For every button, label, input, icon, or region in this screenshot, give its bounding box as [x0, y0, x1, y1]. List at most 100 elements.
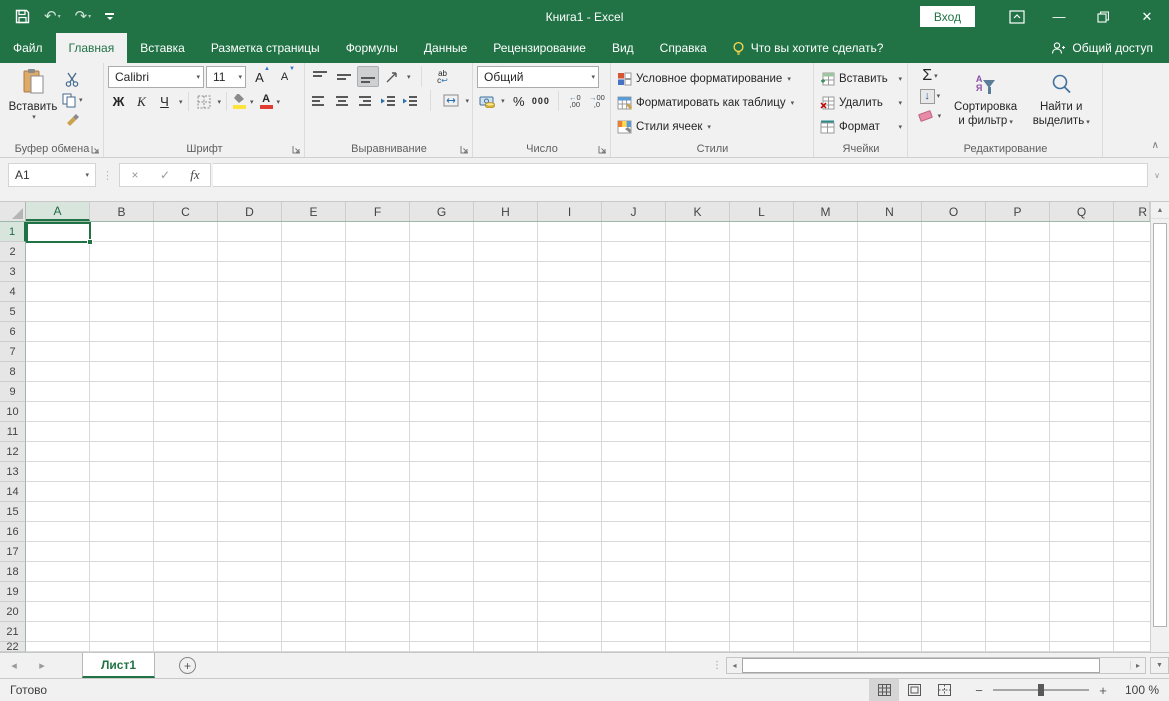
copy-button[interactable]: ▾ [62, 91, 83, 109]
confirm-entry-icon[interactable]: ✓ [150, 168, 180, 182]
row-cells-13[interactable] [26, 462, 1150, 482]
font-dialog-launcher-icon[interactable] [290, 143, 302, 155]
sheet-tab-list1[interactable]: Лист1 [82, 653, 155, 678]
row-cells-2[interactable] [26, 242, 1150, 262]
clear-dropdown-icon[interactable]: ▾ [938, 112, 942, 120]
prev-sheet-icon[interactable]: ◂ [0, 659, 28, 672]
column-header-J[interactable]: J [602, 202, 666, 221]
row-cells-3[interactable] [26, 262, 1150, 282]
row-header-14[interactable]: 14 [0, 482, 26, 502]
row-header-10[interactable]: 10 [0, 402, 26, 422]
share-button[interactable]: Общий доступ [1051, 33, 1169, 63]
row-cells-4[interactable] [26, 282, 1150, 302]
column-header-P[interactable]: P [986, 202, 1050, 221]
tab-help[interactable]: Справка [647, 33, 720, 63]
row-cells-8[interactable] [26, 362, 1150, 382]
column-header-D[interactable]: D [218, 202, 282, 221]
delete-cells-button[interactable]: Удалить ▾ [818, 91, 904, 114]
insert-function-button[interactable]: fx [180, 167, 210, 183]
merge-center-button[interactable] [441, 90, 462, 111]
column-header-I[interactable]: I [538, 202, 602, 221]
close-button[interactable]: ✕ [1125, 0, 1169, 33]
row-cells-20[interactable] [26, 602, 1150, 622]
collapse-ribbon-icon[interactable]: ∧ [1152, 140, 1159, 151]
copy-dropdown-icon[interactable]: ▾ [79, 96, 83, 104]
zoom-out-icon[interactable]: − [973, 683, 985, 698]
merge-dropdown-icon[interactable]: ▾ [466, 97, 470, 105]
cut-button[interactable] [62, 70, 83, 88]
alignment-dialog-launcher-icon[interactable] [458, 143, 470, 155]
horizontal-scrollbar[interactable]: ◂ ▸ [726, 657, 1146, 674]
find-select-button[interactable]: Найти и выделить▾ [1023, 66, 1099, 140]
restore-button[interactable] [1081, 0, 1125, 33]
column-header-N[interactable]: N [858, 202, 922, 221]
align-top-button[interactable] [309, 66, 331, 87]
tab-view[interactable]: Вид [599, 33, 647, 63]
increase-font-size-button[interactable]: А▲ [248, 67, 271, 88]
sort-filter-button[interactable]: АЯ Сортировка и фильтр▾ [948, 66, 1024, 140]
vertical-scroll-thumb[interactable] [1153, 223, 1167, 627]
increase-decimal-button[interactable]: ←←00,00 [565, 91, 585, 111]
formula-bar-splitter[interactable]: ⋮ [96, 169, 119, 182]
add-sheet-button[interactable]: + [179, 657, 196, 674]
tab-splitter-handle[interactable]: ⋮ [706, 660, 726, 671]
font-name-combo[interactable]: Calibri ▾ [108, 66, 204, 88]
tab-page-layout[interactable]: Разметка страницы [198, 33, 333, 63]
row-header-6[interactable]: 6 [0, 322, 26, 342]
fill-color-dropdown-icon[interactable]: ▾ [250, 98, 254, 106]
conditional-formatting-button[interactable]: Условное форматирование ▾ [615, 67, 810, 90]
column-header-O[interactable]: O [922, 202, 986, 221]
column-header-M[interactable]: M [794, 202, 858, 221]
next-sheet-icon[interactable]: ▸ [28, 659, 56, 672]
borders-dropdown-icon[interactable]: ▾ [218, 98, 222, 106]
save-icon[interactable] [10, 4, 35, 30]
row-cells-17[interactable] [26, 542, 1150, 562]
ribbon-display-options-icon[interactable] [997, 0, 1037, 33]
decrease-decimal-button[interactable]: →00,0 [587, 91, 607, 111]
row-header-19[interactable]: 19 [0, 582, 26, 602]
tab-home[interactable]: Главная [56, 33, 128, 63]
insert-cells-button[interactable]: Вставить ▾ [818, 67, 904, 90]
zoom-slider-handle[interactable] [1038, 684, 1044, 696]
decrease-font-size-button[interactable]: А▼ [273, 67, 296, 88]
paste-button[interactable]: Вставить ▾ [4, 66, 62, 140]
zoom-slider[interactable] [993, 689, 1089, 691]
row-header-17[interactable]: 17 [0, 542, 26, 562]
fill-dropdown-icon[interactable]: ▾ [937, 92, 941, 100]
row-cells-22[interactable] [26, 642, 1150, 652]
select-all-button[interactable] [0, 202, 26, 221]
comma-style-button[interactable]: 000 [530, 91, 552, 111]
row-header-21[interactable]: 21 [0, 622, 26, 642]
row-header-3[interactable]: 3 [0, 262, 26, 282]
row-header-12[interactable]: 12 [0, 442, 26, 462]
fill-button[interactable]: ↓ ▾ [912, 87, 948, 105]
align-right-button[interactable] [354, 90, 375, 111]
row-header-8[interactable]: 8 [0, 362, 26, 382]
redo-button[interactable]: ↷▾ [70, 4, 97, 30]
column-header-R[interactable]: R [1114, 202, 1150, 221]
number-dialog-launcher-icon[interactable] [596, 143, 608, 155]
align-left-button[interactable] [309, 90, 330, 111]
format-painter-button[interactable] [62, 112, 83, 130]
row-header-2[interactable]: 2 [0, 242, 26, 262]
row-header-5[interactable]: 5 [0, 302, 26, 322]
autosum-dropdown-icon[interactable]: ▾ [934, 72, 938, 80]
row-cells-11[interactable] [26, 422, 1150, 442]
row-header-15[interactable]: 15 [0, 502, 26, 522]
number-format-dropdown-icon[interactable]: ▾ [587, 73, 595, 81]
selected-cell-a1[interactable] [26, 222, 91, 243]
column-header-A[interactable]: A [26, 202, 90, 221]
font-color-dropdown-icon[interactable]: ▾ [277, 98, 281, 106]
row-header-18[interactable]: 18 [0, 562, 26, 582]
row-header-16[interactable]: 16 [0, 522, 26, 542]
clear-button[interactable]: ▾ [912, 107, 948, 125]
fill-color-button[interactable] [232, 94, 246, 109]
orientation-dropdown-icon[interactable]: ▾ [407, 73, 411, 81]
redo-dropdown-icon[interactable]: ▾ [88, 13, 91, 20]
row-cells-16[interactable] [26, 522, 1150, 542]
tab-data[interactable]: Данные [411, 33, 480, 63]
row-cells-21[interactable] [26, 622, 1150, 642]
format-as-table-button[interactable]: Форматировать как таблицу ▾ [615, 91, 810, 114]
column-header-G[interactable]: G [410, 202, 474, 221]
decrease-indent-button[interactable] [377, 90, 398, 111]
